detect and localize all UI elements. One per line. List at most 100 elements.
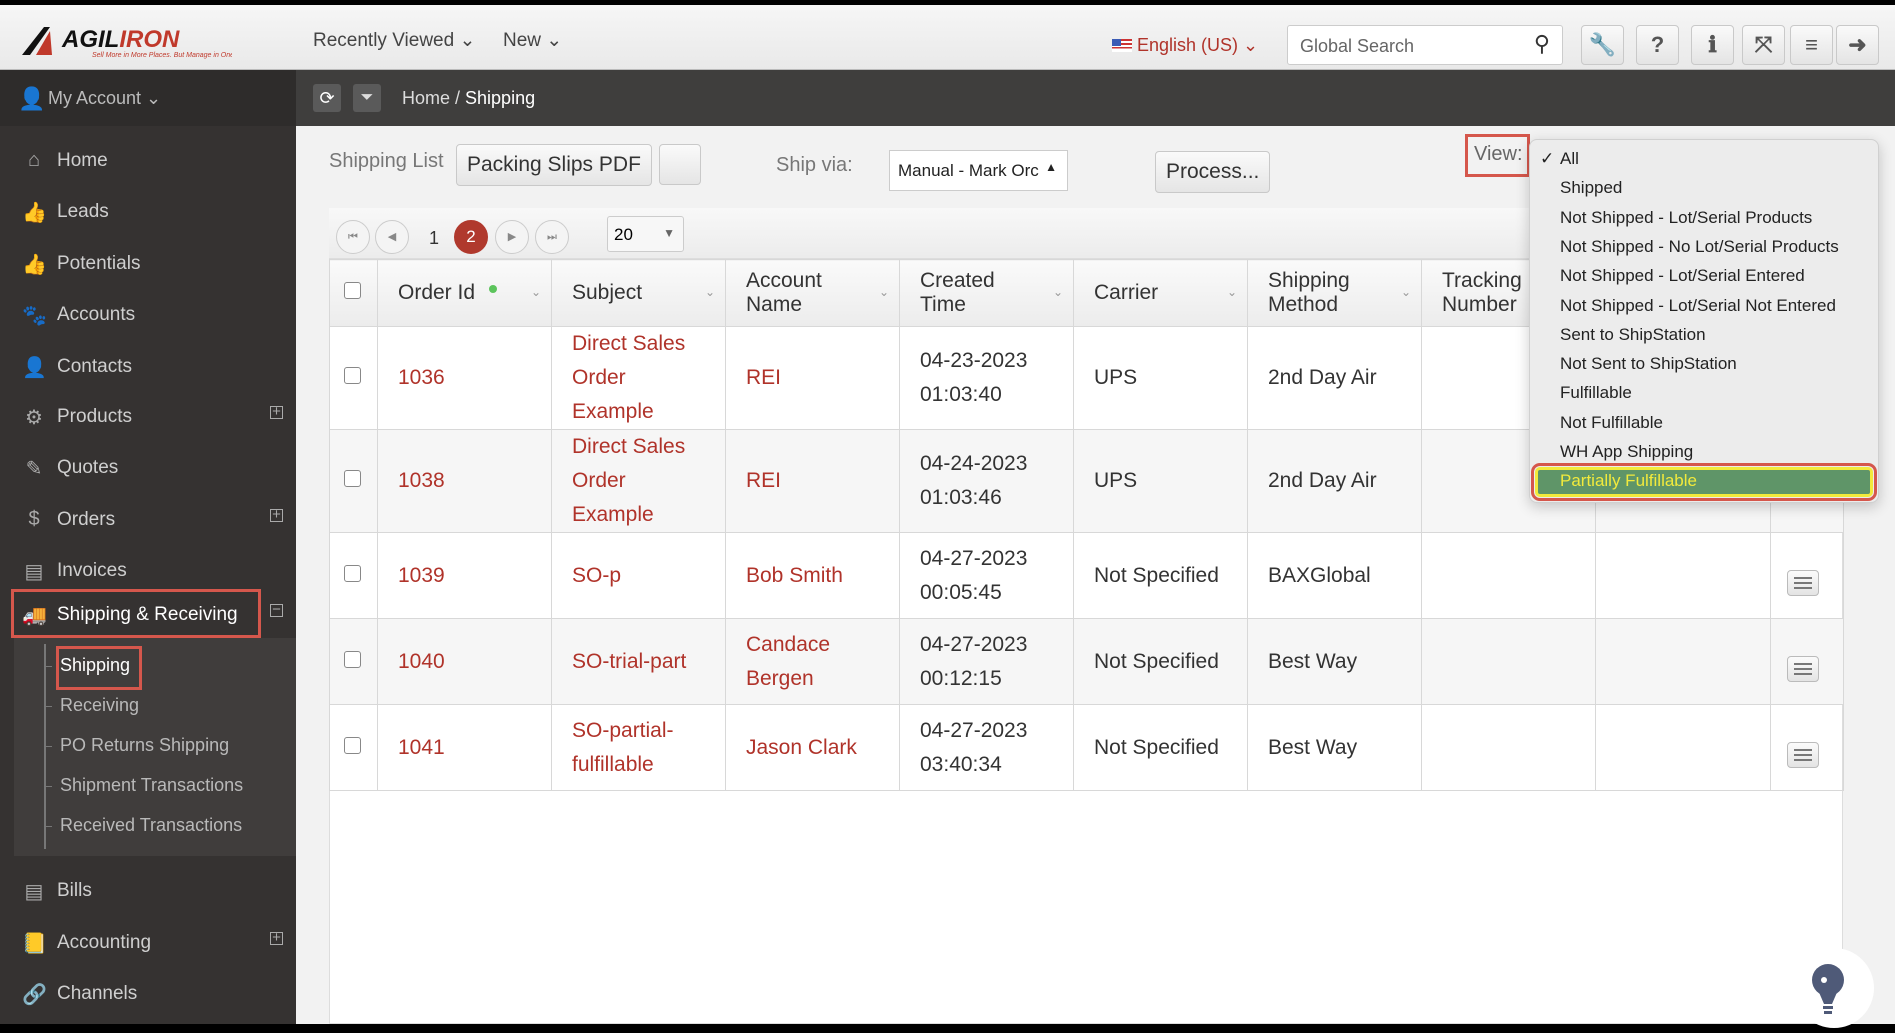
sidebar-item-bills[interactable]: ▤ Bills: [0, 870, 296, 914]
expand-icon[interactable]: +: [270, 930, 283, 945]
column-header-created-time[interactable]: Created Time ⌄: [899, 259, 1074, 327]
column-menu-chevron-icon[interactable]: ⌄: [1401, 280, 1411, 304]
row-menu-button[interactable]: [1787, 741, 1819, 768]
submenu-item-po-returns-shipping[interactable]: PO Returns Shipping: [60, 735, 229, 756]
page-2-current[interactable]: 2: [454, 220, 488, 254]
info-icon[interactable]: ℹ: [1691, 25, 1734, 65]
search-icon[interactable]: ⚲: [1534, 31, 1550, 57]
cell-order-id[interactable]: 1036: [377, 326, 552, 430]
sidebar-item-invoices[interactable]: ▤ Invoices: [0, 550, 296, 594]
ship-via-select[interactable]: Manual - Mark Orc ▲: [889, 150, 1068, 191]
clear-filter-icon[interactable]: ⏷: [353, 84, 381, 112]
recently-viewed-menu[interactable]: Recently Viewed ⌄: [313, 29, 475, 52]
column-menu-chevron-icon[interactable]: ⌄: [705, 280, 715, 304]
submenu-item-received-transactions[interactable]: Received Transactions: [60, 815, 242, 836]
view-option-partially-fulfillable[interactable]: Partially Fulfillable: [1560, 471, 1697, 491]
view-option-not-shipped-lot-serial-not-entered[interactable]: Not Shipped - Lot/Serial Not Entered: [1560, 296, 1836, 316]
row-checkbox[interactable]: [344, 367, 361, 384]
cell-account[interactable]: REI: [725, 326, 900, 430]
column-header-account-name[interactable]: Account Name ⌄: [725, 259, 900, 327]
sidebar-item-leads[interactable]: 👍 Leads: [0, 191, 296, 235]
sidebar-item-channels[interactable]: 🔗 Channels: [0, 973, 296, 1017]
first-page-icon[interactable]: ⏮: [336, 220, 370, 254]
new-menu[interactable]: New ⌄: [503, 29, 562, 52]
cell-subject[interactable]: Direct Sales Order Example: [551, 326, 726, 430]
column-menu-chevron-icon[interactable]: ⌄: [1227, 280, 1237, 304]
wrench-icon[interactable]: 🔧: [1581, 25, 1624, 65]
cell-account[interactable]: REI: [725, 429, 900, 533]
column-menu-chevron-icon[interactable]: ⌄: [1053, 280, 1063, 304]
fullscreen-icon[interactable]: ⤧: [1742, 25, 1785, 65]
sidebar-item-accounting[interactable]: 📒 Accounting +: [0, 922, 296, 966]
view-option-not-shipped-lot-serial-entered[interactable]: Not Shipped - Lot/Serial Entered: [1560, 266, 1805, 286]
page-size-select[interactable]: 20 ▼: [607, 216, 684, 252]
cell-subject[interactable]: SO-partial-fulfillable: [551, 704, 726, 791]
view-option-fulfillable[interactable]: Fulfillable: [1560, 383, 1632, 403]
row-checkbox[interactable]: [344, 736, 361, 754]
column-menu-chevron-icon[interactable]: ⌄: [879, 280, 889, 304]
agiliron-logo[interactable]: AGILIRON Sell More in More Places. But M…: [22, 23, 236, 63]
column-header-carrier[interactable]: Carrier ⌄: [1073, 259, 1248, 327]
blank-button[interactable]: [659, 144, 701, 185]
my-account-menu[interactable]: 👤 My Account ⌄: [0, 70, 296, 126]
breadcrumb-home[interactable]: Home: [402, 88, 450, 108]
expand-icon[interactable]: +: [270, 507, 283, 522]
submenu-item-receiving[interactable]: Receiving: [60, 695, 139, 716]
select-all-checkbox[interactable]: [344, 282, 361, 299]
help-tips-button[interactable]: [1794, 948, 1874, 1028]
language-selector[interactable]: English (US) ⌄: [1112, 35, 1258, 56]
sidebar-item-home[interactable]: ⌂ Home: [0, 140, 296, 184]
help-icon[interactable]: ?: [1636, 25, 1679, 65]
collapse-icon[interactable]: −: [270, 602, 283, 617]
sidebar-item-orders[interactable]: $ Orders +: [0, 499, 296, 543]
view-option-sent-to-shipstation[interactable]: Sent to ShipStation: [1560, 325, 1706, 345]
column-header-shipping-method[interactable]: Shipping Method ⌄: [1247, 259, 1422, 327]
view-option-not-fulfillable[interactable]: Not Fulfillable: [1560, 413, 1663, 433]
column-header-subject[interactable]: Subject ⌄: [551, 259, 726, 327]
sidebar-item-quotes[interactable]: ✎ Quotes: [0, 447, 296, 491]
row-checkbox[interactable]: [344, 650, 361, 668]
view-option-not-shipped-lot-serial-products[interactable]: Not Shipped - Lot/Serial Products: [1560, 208, 1812, 228]
table-row[interactable]: 1040 SO-trial-part Candace Bergen 04-27-202…: [329, 618, 1844, 705]
row-checkbox[interactable]: [344, 564, 361, 582]
global-search-input[interactable]: Global Search ⚲: [1287, 25, 1563, 65]
sidebar-item-contacts[interactable]: 👤 Contacts: [0, 346, 296, 390]
view-option-not-shipped-no-lot-serial-products[interactable]: Not Shipped - No Lot/Serial Products: [1560, 237, 1839, 257]
last-page-icon[interactable]: ⏭: [535, 220, 569, 254]
next-page-icon[interactable]: ▶: [495, 220, 529, 254]
cell-subject[interactable]: SO-trial-part: [551, 618, 726, 705]
cell-subject[interactable]: SO-p: [551, 532, 726, 619]
cell-account[interactable]: Bob Smith: [725, 532, 900, 619]
row-menu-button[interactable]: [1787, 655, 1819, 682]
submenu-item-shipment-transactions[interactable]: Shipment Transactions: [60, 775, 243, 796]
table-row[interactable]: 1039 SO-p Bob Smith 04-27-2023 00:05:45 Not …: [329, 532, 1844, 619]
menu-line: [1794, 758, 1812, 761]
packing-slips-pdf-button[interactable]: Packing Slips PDF: [456, 144, 652, 186]
column-header-order-id[interactable]: Order Id ⌄: [377, 259, 552, 327]
cell-subject[interactable]: Direct Sales Order Example: [551, 429, 726, 533]
process-button[interactable]: Process...: [1155, 151, 1271, 193]
cell-order-id[interactable]: 1040: [377, 618, 552, 705]
expand-icon[interactable]: +: [270, 404, 283, 419]
cell-order-id[interactable]: 1038: [377, 429, 552, 533]
column-menu-chevron-icon[interactable]: ⌄: [531, 280, 541, 304]
cell-account[interactable]: Jason Clark: [725, 704, 900, 791]
table-row[interactable]: 1041 SO-partial-fulfillable Jason Clark 04-…: [329, 704, 1844, 791]
prev-page-icon[interactable]: ◀: [375, 220, 409, 254]
menu-icon[interactable]: ≡: [1790, 25, 1833, 65]
sidebar-item-potentials[interactable]: 👍 Potentials: [0, 243, 296, 287]
row-checkbox[interactable]: [344, 470, 361, 487]
cell-order-id[interactable]: 1039: [377, 532, 552, 619]
refresh-icon[interactable]: ⟳: [313, 84, 341, 112]
sidebar-item-accounts[interactable]: 🐾 Accounts: [0, 294, 296, 338]
view-option-shipped[interactable]: Shipped: [1560, 178, 1622, 198]
logout-icon[interactable]: ➜: [1836, 25, 1879, 65]
row-menu-button[interactable]: [1787, 569, 1819, 596]
cell-account[interactable]: Candace Bergen: [725, 618, 900, 705]
sidebar-item-products[interactable]: ⚙ Products +: [0, 396, 296, 440]
view-option-all[interactable]: ✓ All: [1540, 149, 1579, 169]
view-option-not-sent-to-shipstation[interactable]: Not Sent to ShipStation: [1560, 354, 1737, 374]
cell-order-id[interactable]: 1041: [377, 704, 552, 791]
view-option-wh-app-shipping[interactable]: WH App Shipping: [1560, 442, 1693, 462]
page-1[interactable]: 1: [429, 228, 439, 249]
